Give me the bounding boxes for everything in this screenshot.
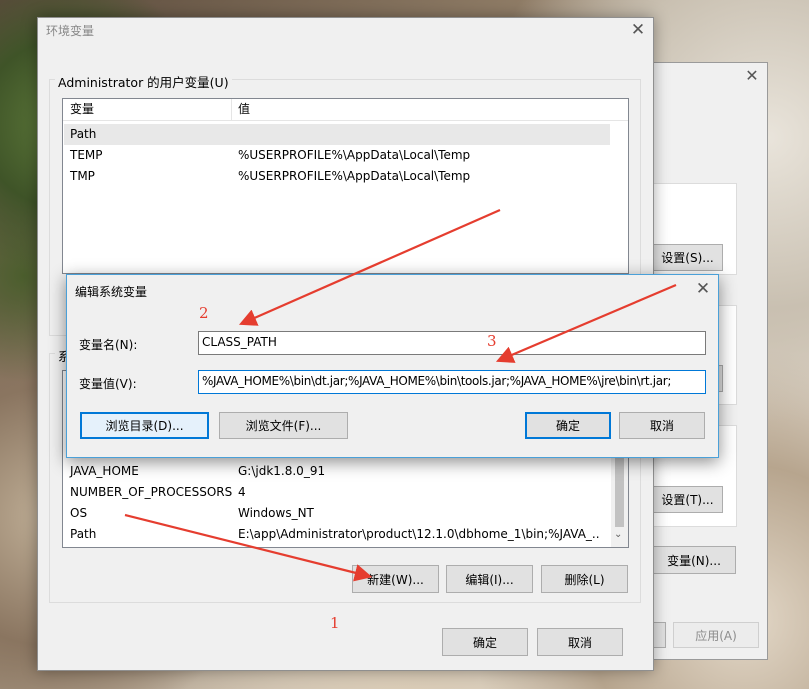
edit-dialog-close-icon[interactable]: ✕	[691, 278, 715, 300]
column-header-variable[interactable]: 变量	[70, 99, 94, 120]
system-row-value: E:\app\Administrator\product\12.1.0\dbho…	[238, 527, 600, 541]
performance-settings-button[interactable]: 设置(S)...	[652, 244, 723, 271]
system-row-value: Windows_NT	[238, 506, 314, 520]
back-cancel-button[interactable]	[652, 622, 666, 648]
browse-file-button[interactable]: 浏览文件(F)...	[219, 412, 348, 439]
scrollbar-thumb[interactable]	[615, 457, 624, 527]
step-1-annotation: 1	[330, 614, 340, 632]
system-properties-close-icon[interactable]: ✕	[742, 66, 762, 86]
system-row-name[interactable]: Path	[70, 524, 96, 545]
user-variables-list[interactable]: 变量 值 Path TEMP %USERPROFILE%\AppData\Loc…	[62, 98, 629, 274]
user-variables-group-label: Administrator 的用户变量(U)	[55, 72, 232, 91]
user-list-header: 变量 值	[63, 99, 628, 121]
step-3-annotation: 3	[487, 332, 497, 350]
user-row-name[interactable]: TEMP	[70, 145, 103, 166]
column-header-value[interactable]: 值	[238, 99, 250, 120]
user-row-value: %USERPROFILE%\AppData\Local\Temp	[238, 169, 471, 183]
new-variable-button[interactable]: 新建(W)...	[352, 565, 439, 593]
browse-directory-button[interactable]: 浏览目录(D)...	[80, 412, 209, 439]
user-row-name[interactable]: TMP	[70, 166, 95, 187]
edit-dialog-title: 编辑系统变量	[75, 285, 148, 299]
user-row-selected-highlight	[64, 124, 610, 145]
env-dialog-title: 环境变量	[46, 24, 95, 38]
environment-variables-button[interactable]: 变量(N)...	[652, 546, 736, 574]
scroll-down-icon[interactable]: ⌄	[614, 529, 622, 540]
env-dialog-close-icon[interactable]: ✕	[626, 19, 650, 41]
system-row-name[interactable]: JAVA_HOME	[70, 461, 139, 482]
system-row-name[interactable]: NUMBER_OF_PROCESSORS	[70, 482, 232, 503]
edit-variable-button[interactable]: 编辑(I)...	[446, 565, 533, 593]
user-row-name[interactable]: Path	[70, 124, 96, 145]
variable-name-input[interactable]: CLASS_PATH	[198, 331, 706, 355]
apply-button: 应用(A)	[673, 622, 759, 648]
system-row-value: 4	[238, 485, 246, 499]
delete-variable-button[interactable]: 删除(L)	[541, 565, 628, 593]
edit-ok-button[interactable]: 确定	[525, 412, 611, 439]
column-separator	[231, 99, 232, 121]
step-2-annotation: 2	[199, 304, 209, 322]
system-row-name[interactable]: OS	[70, 503, 87, 524]
variable-value-label: 变量值(V):	[79, 377, 137, 391]
startup-settings-button[interactable]: 设置(T)...	[652, 486, 723, 513]
user-row-value: %USERPROFILE%\AppData\Local\Temp	[238, 148, 471, 162]
system-row-value: G:\jdk1.8.0_91	[238, 464, 326, 478]
env-ok-button[interactable]: 确定	[442, 628, 528, 656]
variable-name-label: 变量名(N):	[79, 338, 138, 352]
edit-cancel-button[interactable]: 取消	[619, 412, 705, 439]
variable-value-input[interactable]: %JAVA_HOME%\bin\dt.jar;%JAVA_HOME%\bin\t…	[198, 370, 706, 394]
env-cancel-button[interactable]: 取消	[537, 628, 623, 656]
